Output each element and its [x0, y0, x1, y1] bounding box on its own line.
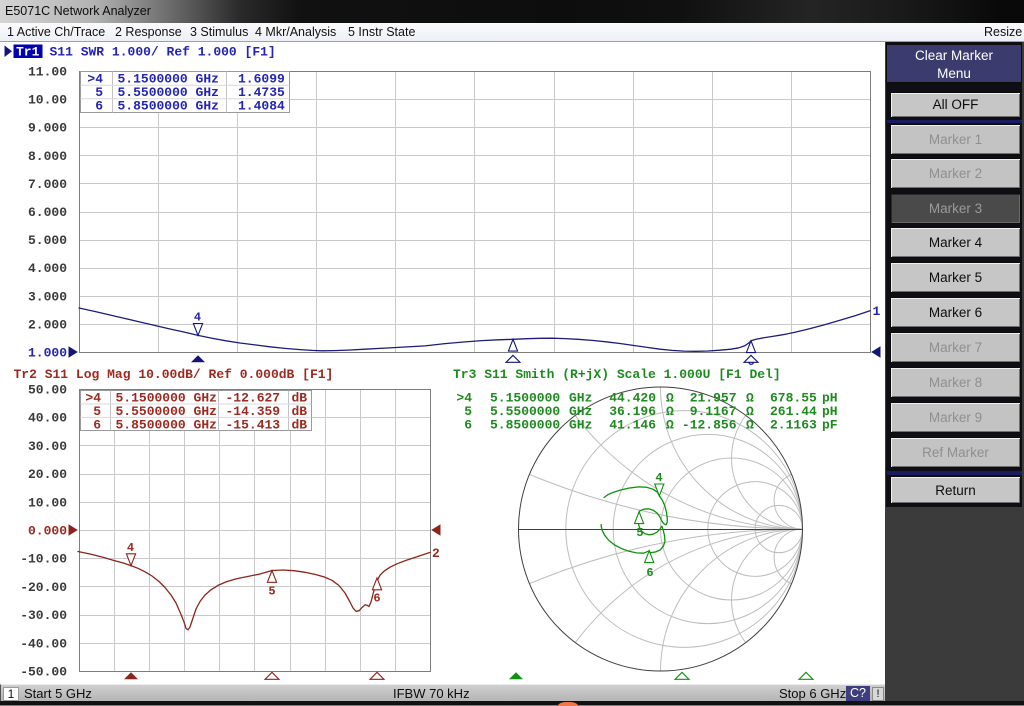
svg-text:6.000: 6.000	[28, 205, 67, 220]
svg-text:30.00: 30.00	[28, 439, 67, 454]
svg-text:GHz: GHz	[569, 417, 592, 432]
svg-text:Ω: Ω	[666, 417, 674, 432]
svg-text:5.8500000: 5.8500000	[490, 417, 560, 432]
svg-text:5.000: 5.000	[28, 233, 67, 248]
svg-text:7.000: 7.000	[28, 177, 67, 192]
svg-text:8.000: 8.000	[28, 149, 67, 164]
svg-text:1.000: 1.000	[28, 346, 67, 361]
svg-text:5.8500000 GHz: 5.8500000 GHz	[116, 417, 217, 432]
svg-text:41.146: 41.146	[609, 417, 656, 432]
svg-text:40.00: 40.00	[28, 411, 67, 426]
svg-text:Ω: Ω	[746, 417, 754, 432]
svg-text:-30.00: -30.00	[20, 608, 67, 623]
svg-text:50.00: 50.00	[28, 383, 67, 398]
svg-text:6: 6	[373, 592, 380, 606]
svg-text:20.00: 20.00	[28, 467, 67, 482]
svg-text:-20.00: -20.00	[20, 580, 67, 595]
svg-text:4.000: 4.000	[28, 261, 67, 276]
svg-text:Tr1: Tr1	[16, 45, 40, 60]
svg-text:6: 6	[95, 98, 103, 113]
svg-text:-15.413: -15.413	[226, 417, 281, 432]
svg-text:6: 6	[646, 566, 653, 580]
svg-text:5: 5	[268, 585, 275, 599]
svg-text:-10.00: -10.00	[20, 552, 67, 567]
svg-text:S11 SWR 1.000/ Ref 1.000 [F1]: S11 SWR 1.000/ Ref 1.000 [F1]	[50, 45, 276, 60]
svg-text:Tr3 S11 Smith (R+jX) Scale 1.0: Tr3 S11 Smith (R+jX) Scale 1.000U [F1 De…	[453, 367, 781, 382]
svg-text:1.4084: 1.4084	[238, 98, 285, 113]
svg-text:10.00: 10.00	[28, 93, 67, 108]
svg-text:-12.856: -12.856	[682, 417, 737, 432]
svg-text:1: 1	[873, 304, 881, 319]
svg-text:6: 6	[464, 417, 472, 432]
svg-text:2: 2	[432, 546, 440, 561]
svg-text:dB: dB	[292, 417, 308, 432]
svg-text:0.000: 0.000	[28, 524, 67, 539]
svg-text:11.00: 11.00	[28, 65, 67, 80]
svg-text:4: 4	[127, 541, 134, 555]
svg-text:6: 6	[93, 417, 101, 432]
svg-text:4: 4	[655, 471, 662, 485]
svg-text:-40.00: -40.00	[20, 636, 67, 651]
svg-text:5: 5	[636, 526, 643, 540]
svg-text:9.000: 9.000	[28, 121, 67, 136]
svg-text:pF: pF	[822, 417, 838, 432]
svg-text:5.8500000 GHz: 5.8500000 GHz	[118, 98, 219, 113]
svg-text:3.000: 3.000	[28, 289, 67, 304]
svg-text:4: 4	[194, 311, 201, 325]
svg-text:2.000: 2.000	[28, 317, 67, 332]
svg-text:10.00: 10.00	[28, 495, 67, 510]
svg-text:-50.00: -50.00	[20, 665, 67, 680]
svg-text:2.1163: 2.1163	[770, 417, 817, 432]
svg-text:Tr2 S11 Log Mag 10.00dB/ Ref 0: Tr2 S11 Log Mag 10.00dB/ Ref 0.000dB [F1…	[14, 367, 334, 382]
